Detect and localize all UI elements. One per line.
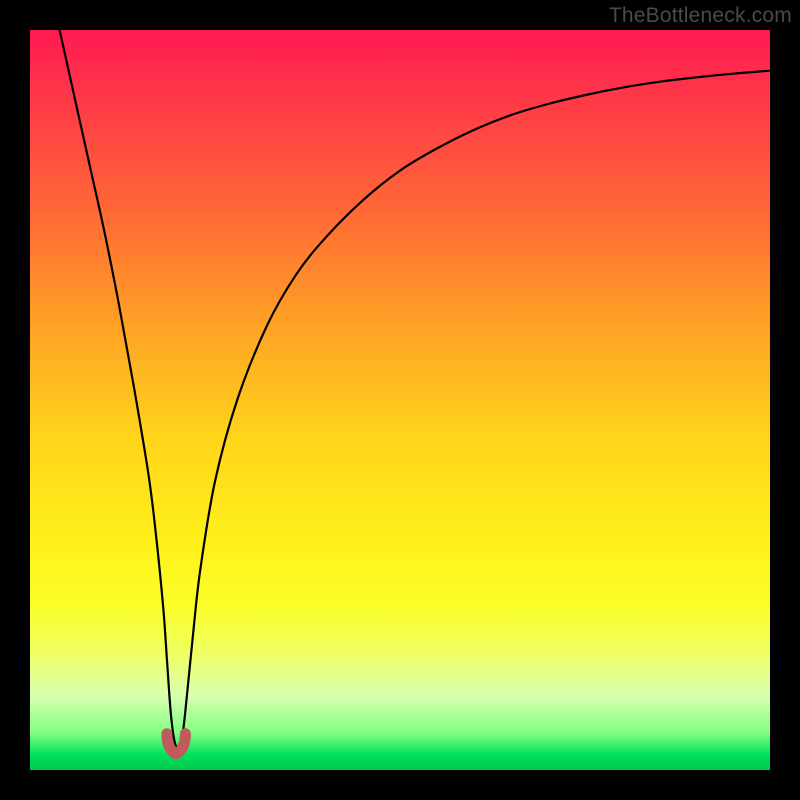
bottleneck-curve-svg [30, 30, 770, 770]
plot-area [30, 30, 770, 770]
bottleneck-curve [60, 30, 770, 748]
watermark-text: TheBottleneck.com [609, 4, 792, 28]
chart-frame: TheBottleneck.com [0, 0, 800, 800]
